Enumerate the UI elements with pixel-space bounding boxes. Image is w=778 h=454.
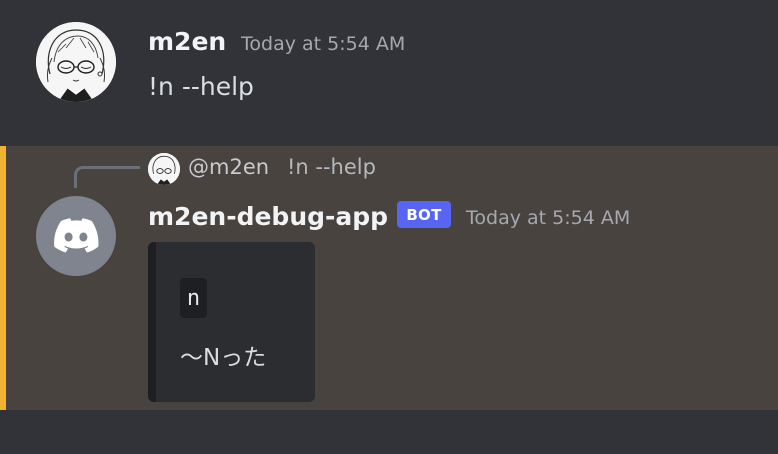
message-content: !n --help: [148, 72, 254, 101]
bot-avatar[interactable]: [36, 196, 116, 276]
reply-preview-text[interactable]: !n --help: [287, 155, 376, 179]
embed-inline-code: n: [180, 278, 207, 318]
message-author[interactable]: m2en-debug-app: [148, 202, 388, 231]
bot-tag-label: BOT: [406, 205, 442, 224]
discord-logo-icon: [54, 218, 99, 253]
embed-description: 〜Nった: [180, 345, 267, 371]
embed-color-bar: [148, 242, 156, 402]
message-embed: n 〜Nった: [148, 242, 315, 402]
reply-spine: [74, 166, 140, 188]
message-user: m2en Today at 5:54 AM !n --help: [0, 0, 778, 140]
anime-girl-glasses-avatar-small-icon: [148, 153, 180, 185]
anime-girl-glasses-avatar-icon: [36, 22, 116, 102]
bot-tag-badge: BOT: [397, 201, 451, 228]
reply-avatar[interactable]: [148, 153, 180, 185]
message-timestamp[interactable]: Today at 5:54 AM: [241, 33, 405, 55]
message-timestamp[interactable]: Today at 5:54 AM: [466, 207, 630, 229]
mention-highlight-bar: [0, 146, 6, 410]
reply-mention[interactable]: @m2en: [188, 155, 269, 179]
user-avatar[interactable]: [36, 22, 116, 102]
message-author[interactable]: m2en: [148, 27, 226, 56]
